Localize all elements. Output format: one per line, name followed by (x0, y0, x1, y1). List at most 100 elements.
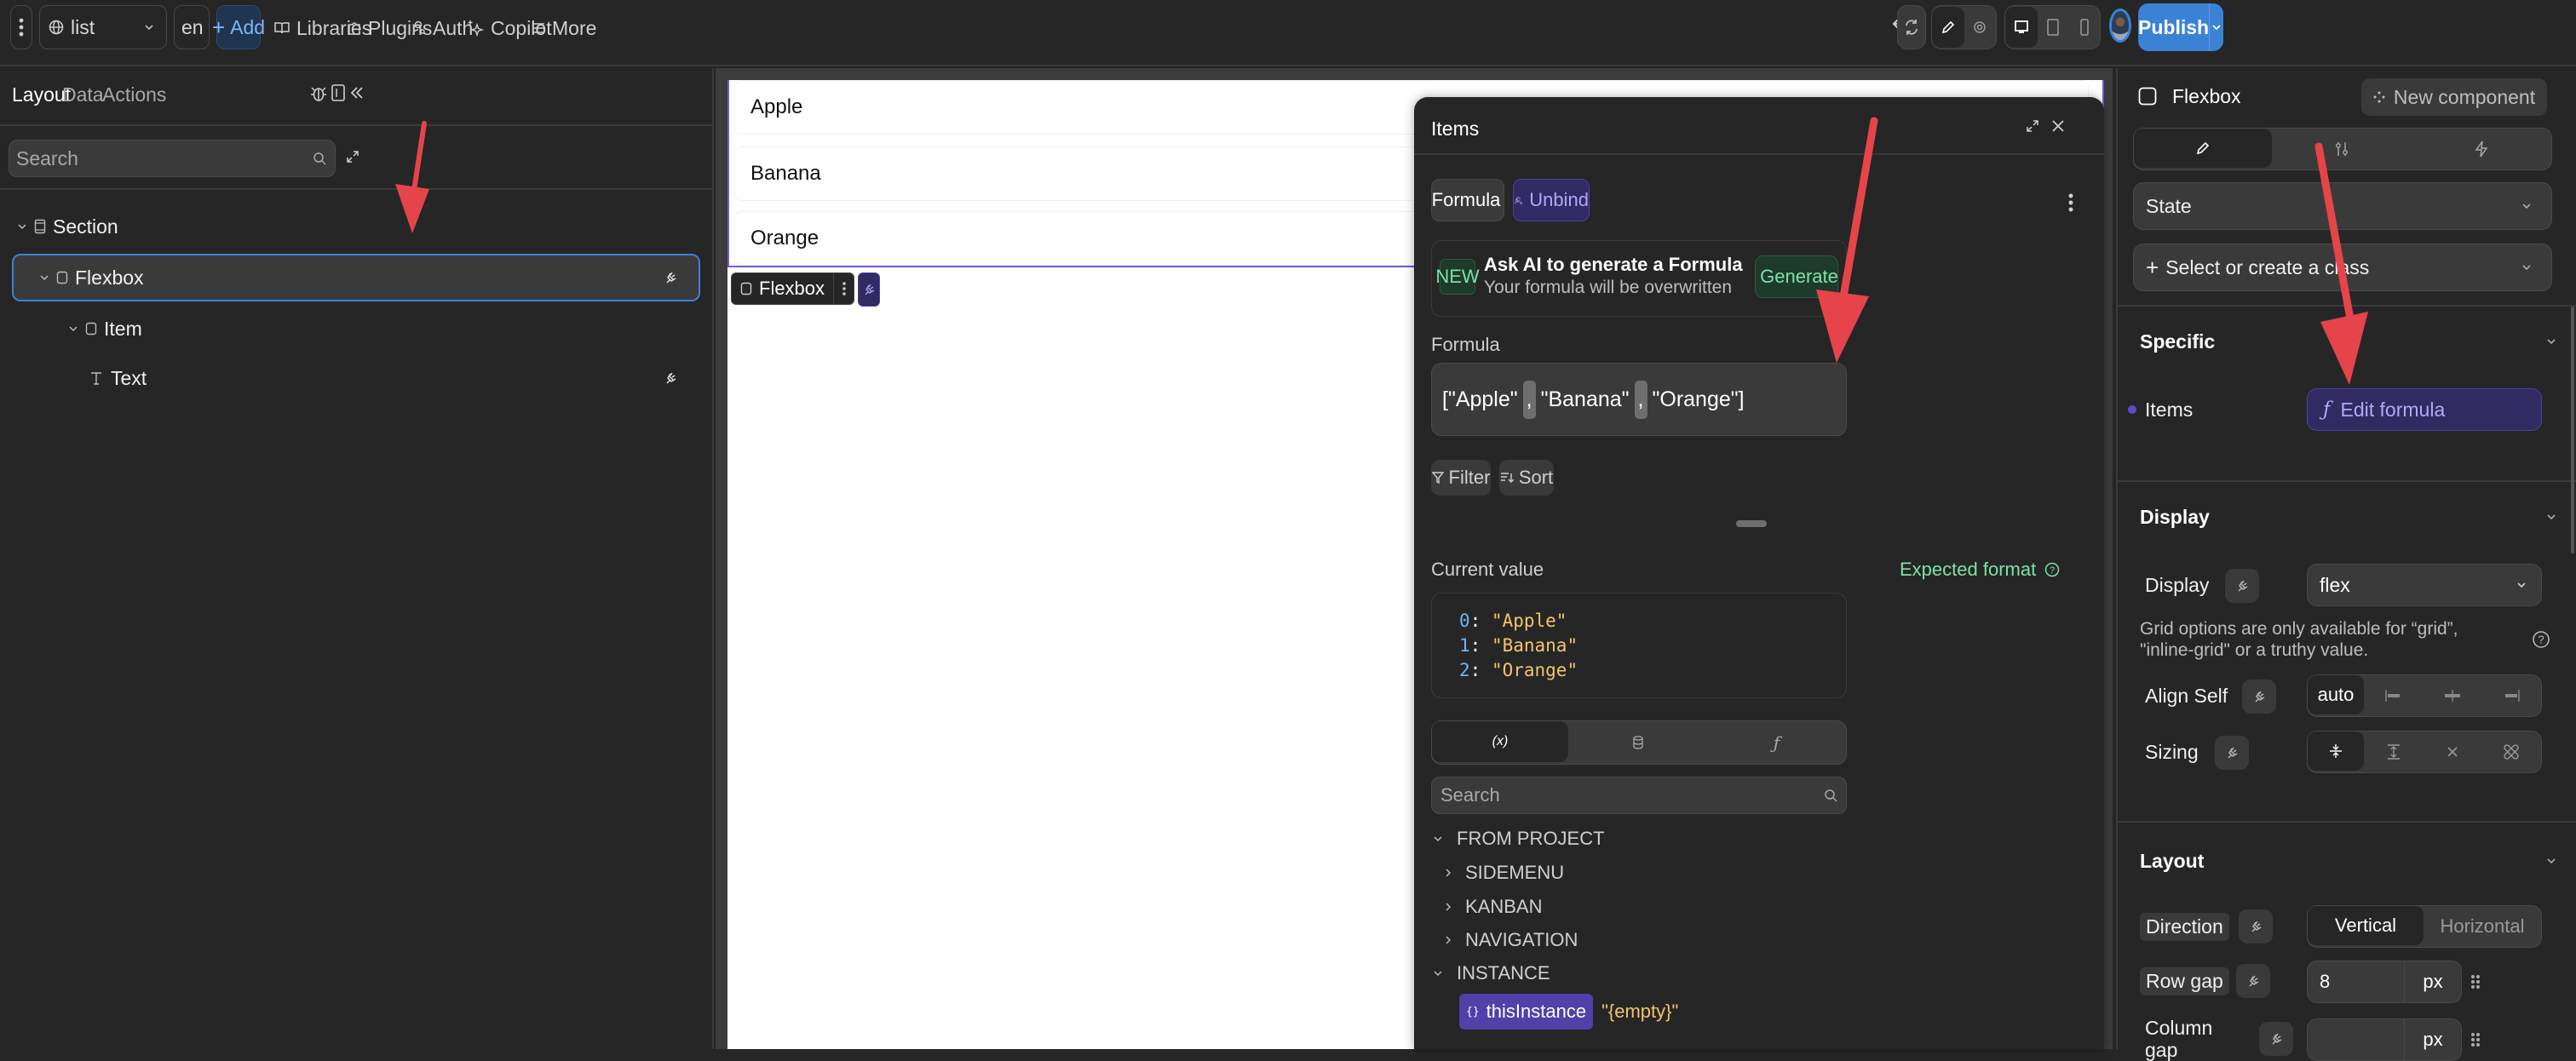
edit-formula-button[interactable]: ƒ Edit formula (2307, 388, 2542, 431)
resize-handle[interactable] (1736, 520, 1767, 527)
sizing-none[interactable] (2423, 731, 2481, 772)
direction-horizontal[interactable]: Horizontal (2424, 906, 2541, 947)
device-toggle (2004, 5, 2101, 49)
unbind-button[interactable]: Unbind (1513, 179, 1590, 221)
tab-data[interactable]: Data (62, 83, 104, 106)
add-button[interactable]: + Add (216, 5, 261, 49)
panel-options-button[interactable] (2068, 192, 2073, 213)
preview-mode-button[interactable] (1964, 7, 1997, 48)
align-self-end[interactable] (2482, 675, 2541, 716)
chevron-down-icon[interactable] (2545, 855, 2557, 867)
sort-button[interactable]: Sort (1499, 460, 1554, 496)
row-gap-label: Row gap (2140, 967, 2229, 995)
source-group-from-project[interactable]: FROM PROJECT (1433, 828, 1605, 850)
expected-format-link[interactable]: Expected format ? (1900, 559, 2060, 581)
variable-search-input[interactable]: Search (1431, 777, 1847, 814)
layer-search-input[interactable]: Search (9, 140, 336, 177)
pencil-icon (2195, 141, 2211, 156)
mode-select[interactable]: Formula (1431, 179, 1504, 221)
drag-handle-icon[interactable] (2470, 974, 2481, 989)
selected-element-label[interactable]: Flexbox (731, 272, 854, 305)
source-item[interactable]: NAVIGATION (1445, 929, 1578, 951)
filter-button[interactable]: Filter (1431, 460, 1491, 496)
tablet-view-button[interactable] (2038, 7, 2069, 48)
selection-badge: Flexbox (731, 272, 880, 307)
mobile-view-button[interactable] (2068, 7, 2100, 48)
language-select[interactable]: en (174, 5, 210, 49)
bind-column-gap-button[interactable] (2259, 1022, 2293, 1056)
mode-toggle (1931, 5, 1997, 49)
generate-button[interactable]: Generate (1755, 255, 1838, 298)
collapse-panel-button[interactable] (349, 85, 365, 100)
publish-button[interactable]: Publish (2138, 16, 2209, 39)
chevron-down-icon[interactable] (2545, 336, 2557, 347)
instance-variable[interactable]: {} thisInstance "{empty}" (1459, 994, 1678, 1029)
sizing-grow[interactable] (2364, 731, 2423, 772)
edit-mode-button[interactable] (1932, 7, 1964, 48)
bind-sizing-button[interactable] (2215, 736, 2249, 770)
section-layout-title[interactable]: Layout (2140, 850, 2204, 873)
sizing-shrink[interactable] (2308, 731, 2364, 771)
tab-actions[interactable]: Actions (102, 83, 166, 106)
formula-editor[interactable]: ["Apple" , "Banana" , "Orange"] (1431, 363, 1847, 436)
bind-row-gap-button[interactable] (2236, 964, 2270, 998)
element-options-button[interactable] (833, 272, 854, 305)
drag-handle-icon[interactable] (2470, 1032, 2481, 1047)
align-self-center[interactable] (2423, 675, 2481, 716)
auth-link[interactable]: Auth (412, 14, 473, 43)
layer-row-flexbox[interactable]: Flexbox (12, 254, 700, 301)
maximize-button[interactable] (2026, 119, 2039, 133)
layer-row-text[interactable]: Text (12, 354, 700, 402)
class-select[interactable]: + Select or create a class (2133, 244, 2552, 291)
align-self-start[interactable] (2364, 675, 2423, 716)
selected-element-name: Flexbox (759, 278, 833, 300)
state-select[interactable]: State (2133, 182, 2552, 230)
panel-title: Items (1431, 118, 1479, 141)
bind-display-button[interactable] (2225, 569, 2259, 603)
bound-indicator-button[interactable] (858, 272, 880, 307)
tab-interactions[interactable] (2412, 129, 2551, 169)
source-item[interactable]: SIDEMENU (1445, 862, 1564, 884)
source-group-instance[interactable]: INSTANCE (1433, 962, 1550, 984)
source-item[interactable]: KANBAN (1445, 896, 1542, 918)
debug-button[interactable] (310, 83, 327, 102)
more-link[interactable]: More (532, 14, 596, 43)
display-select[interactable]: flex (2307, 564, 2542, 606)
column-gap-unit[interactable]: px (2405, 1019, 2461, 1060)
desktop-view-button[interactable] (2005, 7, 2038, 48)
row-gap-unit[interactable]: px (2405, 961, 2461, 1002)
panel-scrollbar[interactable] (2571, 307, 2574, 553)
align-self-auto[interactable]: auto (2308, 675, 2364, 714)
row-gap-input[interactable]: 8 px (2307, 961, 2462, 1003)
tab-style[interactable] (2134, 129, 2272, 168)
help-icon[interactable]: ? (2532, 630, 2550, 649)
tab-database[interactable] (1568, 721, 1707, 764)
plug-icon (2236, 579, 2248, 593)
help-icon: ? (2044, 562, 2060, 577)
column-gap-value[interactable] (2308, 1019, 2405, 1060)
direction-vertical[interactable]: Vertical (2308, 906, 2424, 945)
app-menu-button[interactable] (10, 5, 32, 49)
tab-settings[interactable] (2272, 129, 2412, 169)
new-component-button[interactable]: New component (2361, 78, 2547, 116)
tab-functions[interactable]: ƒ (1707, 721, 1846, 764)
layer-row-item[interactable]: Item (12, 305, 700, 353)
sizing-custom[interactable] (2482, 731, 2541, 772)
publish-options-button[interactable] (2209, 3, 2223, 51)
section-display-title[interactable]: Display (2140, 506, 2210, 529)
bind-direction-button[interactable] (2239, 909, 2273, 943)
section-specific-title[interactable]: Specific (2140, 330, 2215, 353)
tab-variables[interactable]: (x) (1432, 721, 1568, 762)
page-select[interactable]: list (39, 5, 167, 49)
close-button[interactable] (2051, 119, 2065, 133)
user-avatar[interactable] (2109, 9, 2131, 43)
layer-row-section[interactable]: Section (12, 203, 700, 250)
column-gap-input[interactable]: px (2307, 1018, 2462, 1061)
expand-tree-button[interactable] (346, 150, 359, 163)
chevron-down-icon[interactable] (2545, 511, 2557, 523)
variable-chip[interactable]: {} thisInstance (1459, 994, 1593, 1029)
bind-align-self-button[interactable] (2242, 680, 2276, 714)
toggle-panel-button[interactable] (331, 83, 346, 102)
row-gap-value[interactable]: 8 (2308, 961, 2405, 1002)
reload-button[interactable] (1897, 5, 1926, 49)
